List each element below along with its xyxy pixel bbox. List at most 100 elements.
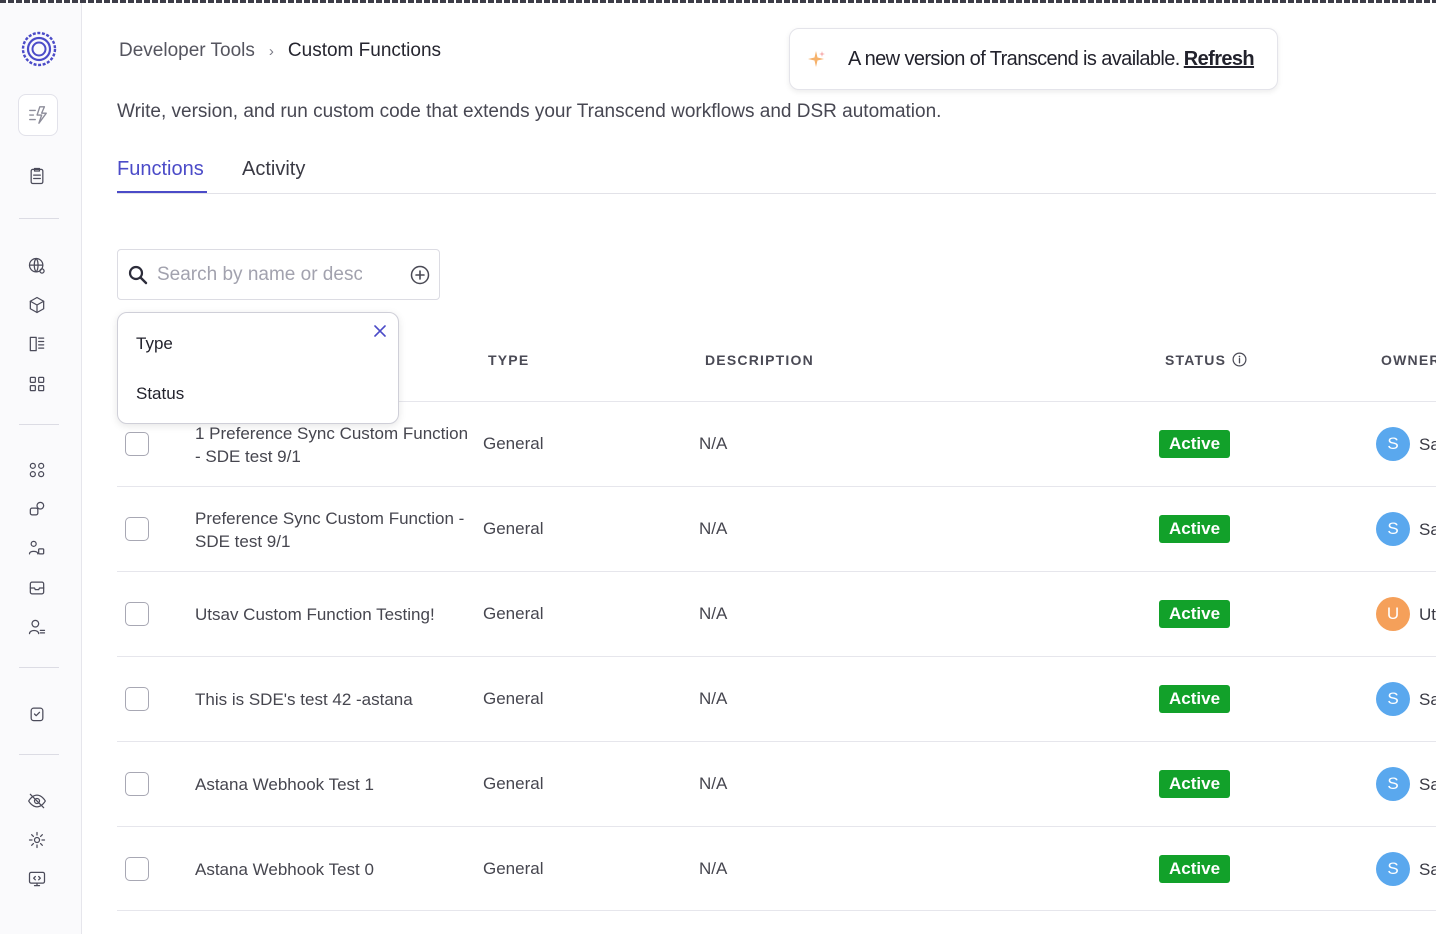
active-tab-indicator <box>117 191 207 193</box>
column-header-type[interactable]: TYPE <box>488 352 529 368</box>
function-description: N/A <box>699 689 728 708</box>
function-name[interactable]: Preference Sync Custom Function - SDE te… <box>195 507 470 553</box>
sidebar-item-grid[interactable] <box>23 330 51 358</box>
owner-name: Sa <box>1419 690 1436 709</box>
breadcrumb-separator: › <box>268 42 274 60</box>
info-icon[interactable] <box>1232 352 1247 367</box>
owner-name: Sa <box>1419 520 1436 539</box>
people-icon <box>28 540 45 555</box>
row-checkbox[interactable] <box>125 857 149 881</box>
function-type: General <box>483 434 544 453</box>
table-row[interactable]: Utsav Custom Function Testing! General N… <box>117 571 1436 656</box>
chat-key-icon <box>29 501 45 516</box>
table-row[interactable]: This is SDE's test 42 -astana General N/… <box>117 656 1436 741</box>
function-name[interactable]: Astana Webhook Test 1 <box>195 773 470 796</box>
column-header-owner[interactable]: OWNER <box>1381 352 1436 368</box>
inbox-icon <box>29 581 45 595</box>
grid-list-icon <box>29 336 45 352</box>
add-filter-icon[interactable] <box>410 265 430 285</box>
eye-off-icon <box>28 793 46 809</box>
column-header-description[interactable]: DESCRIPTION <box>705 352 814 368</box>
function-type: General <box>483 689 544 708</box>
status-badge: Active <box>1159 515 1231 543</box>
avatar: S <box>1376 512 1410 546</box>
clipboard-icon <box>30 167 44 185</box>
close-icon[interactable] <box>372 323 388 339</box>
gear-icon <box>28 831 46 849</box>
avatar: S <box>1376 427 1410 461</box>
filter-option-type[interactable]: Type <box>136 334 173 354</box>
sidebar-divider <box>19 754 59 755</box>
function-name[interactable]: 1 Preference Sync Custom Function - SDE … <box>195 422 470 468</box>
sidebar-item-settings[interactable] <box>23 826 51 854</box>
owner-name: Sa <box>1419 860 1436 879</box>
table-row[interactable]: Astana Webhook Test 1 General N/A Active… <box>117 741 1436 826</box>
avatar: U <box>1376 597 1410 631</box>
table-row[interactable]: Astana Webhook Test 0 General N/A Active… <box>117 826 1436 911</box>
row-checkbox[interactable] <box>125 602 149 626</box>
page-description: Write, version, and run custom code that… <box>117 101 942 122</box>
transcend-logo-icon[interactable] <box>19 29 59 69</box>
sparkle-icon <box>808 51 825 67</box>
row-checkbox[interactable] <box>125 432 149 456</box>
function-type: General <box>483 859 544 878</box>
sidebar-item-developer-tools[interactable] <box>18 94 58 136</box>
table-row[interactable]: Preference Sync Custom Function - SDE te… <box>117 486 1436 571</box>
function-description: N/A <box>699 774 728 793</box>
refresh-link[interactable]: Refresh <box>1184 48 1255 70</box>
function-name[interactable]: This is SDE's test 42 -astana <box>195 688 470 711</box>
filter-option-status[interactable]: Status <box>136 384 184 404</box>
search-icon <box>128 265 148 285</box>
status-badge: Active <box>1159 600 1231 628</box>
function-type: General <box>483 604 544 623</box>
avatar: S <box>1376 852 1410 886</box>
toast-message-text: A new version of Transcend is available. <box>848 48 1180 70</box>
sidebar-item-integrations[interactable] <box>23 456 51 484</box>
tab-functions[interactable]: Functions <box>117 158 204 181</box>
sidebar-divider <box>19 218 59 219</box>
monitor-code-icon <box>28 871 46 887</box>
page-title: Custom Functions <box>287 40 442 61</box>
avatar: S <box>1376 767 1410 801</box>
row-checkbox[interactable] <box>125 687 149 711</box>
owner-name: Ut <box>1419 605 1436 624</box>
sidebar <box>0 3 82 934</box>
search-input[interactable] <box>157 262 362 288</box>
top-border <box>0 0 1436 3</box>
sidebar-item-apps[interactable] <box>23 370 51 398</box>
sidebar-item-privacy[interactable] <box>23 787 51 815</box>
filter-dropdown: Type Status <box>117 312 399 424</box>
toast-message: A new version of Transcend is available.… <box>848 48 1255 71</box>
row-checkbox[interactable] <box>125 517 149 541</box>
lightning-icon <box>29 106 47 124</box>
integrations-icon <box>29 462 45 478</box>
assessment-icon <box>30 707 44 722</box>
cube-icon <box>29 296 45 314</box>
update-toast: A new version of Transcend is available.… <box>789 28 1278 90</box>
sidebar-item-inbox[interactable] <box>23 574 51 602</box>
column-header-status-label: STATUS <box>1165 352 1227 368</box>
search-box <box>117 249 440 300</box>
sidebar-item-requests[interactable] <box>23 495 51 523</box>
function-name[interactable]: Astana Webhook Test 0 <box>195 858 470 881</box>
breadcrumb-developer-tools[interactable]: Developer Tools <box>119 40 255 62</box>
sidebar-item-cube[interactable] <box>23 291 51 319</box>
user-settings-icon <box>28 619 46 635</box>
status-badge: Active <box>1159 685 1231 713</box>
sidebar-item-assessments[interactable] <box>23 700 51 728</box>
sidebar-item-globe[interactable] <box>23 252 51 280</box>
sidebar-item-people[interactable] <box>23 534 51 562</box>
sidebar-item-developer[interactable] <box>23 865 51 893</box>
row-checkbox[interactable] <box>125 772 149 796</box>
apps-icon <box>29 376 45 392</box>
function-description: N/A <box>699 434 728 453</box>
sidebar-item-users[interactable] <box>23 613 51 641</box>
function-name[interactable]: Utsav Custom Function Testing! <box>195 603 470 626</box>
sidebar-item-clipboard[interactable] <box>23 162 51 190</box>
tab-activity[interactable]: Activity <box>242 158 305 181</box>
column-header-status[interactable]: STATUS <box>1165 352 1247 368</box>
tab-bar: Functions Activity <box>117 156 1436 194</box>
status-badge: Active <box>1159 430 1231 458</box>
breadcrumb: Developer Tools › Custom Functions <box>119 40 441 62</box>
globe-gear-icon <box>28 257 45 274</box>
